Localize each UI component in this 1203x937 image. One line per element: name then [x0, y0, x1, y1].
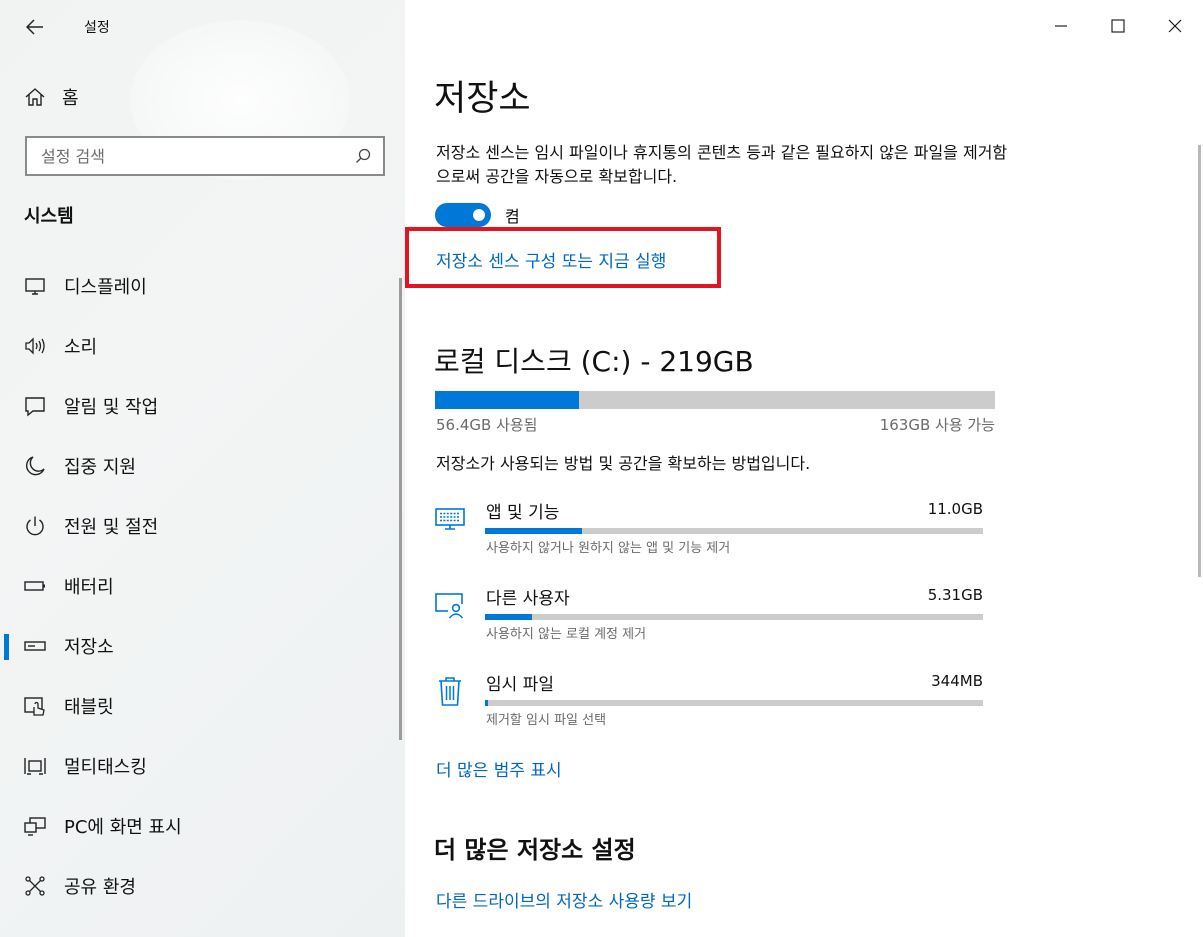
- apps-icon: [433, 502, 467, 536]
- category-size: 5.31GB: [927, 586, 983, 604]
- sidebar-item-label: 멀티태스킹: [64, 757, 147, 778]
- multitasking-icon: [24, 755, 46, 777]
- storage-sense-description: 저장소 센스는 임시 파일이나 휴지통의 콘텐츠 등과 같은 필요하지 않은 파…: [436, 143, 1008, 186]
- minimize-button[interactable]: [1032, 0, 1089, 52]
- category-subtitle: 사용하지 않는 로컬 계정 제거: [486, 627, 647, 642]
- maximize-icon: [1110, 19, 1125, 33]
- usage-description: 저장소가 사용되는 방법 및 공간을 확보하는 방법입니다.: [436, 454, 811, 473]
- battery-icon: [24, 575, 46, 597]
- category-usage-fill: [485, 528, 583, 534]
- category-usage-bar: [485, 614, 983, 620]
- power-icon: [24, 515, 46, 537]
- show-more-categories-link[interactable]: 더 많은 범주 표시: [436, 756, 562, 781]
- close-button[interactable]: [1146, 0, 1203, 52]
- sidebar-item-focus-assist[interactable]: 집중 지원: [0, 436, 405, 496]
- storage-sense-toggle[interactable]: [435, 203, 491, 227]
- category-usage-fill: [485, 700, 488, 706]
- sidebar: 설정 홈 시스템 디스플레이 소리: [0, 0, 405, 937]
- toggle-knob: [473, 209, 485, 221]
- category-subtitle: 제거할 임시 파일 선택: [486, 713, 607, 728]
- category-name: 임시 파일: [486, 675, 554, 695]
- back-arrow-icon: [26, 19, 43, 35]
- main-content: 저장소 저장소 센스는 임시 파일이나 휴지통의 콘텐츠 등과 같은 필요하지 …: [405, 0, 1203, 937]
- close-icon: [1168, 19, 1181, 33]
- category-name: 다른 사용자: [486, 589, 570, 609]
- sidebar-item-battery[interactable]: 배터리: [0, 556, 405, 616]
- category-usage-bar: [485, 700, 983, 706]
- sidebar-item-multitasking[interactable]: 멀티태스킹: [0, 736, 405, 796]
- configure-storage-sense-link[interactable]: 저장소 센스 구성 또는 지금 실행: [436, 247, 666, 272]
- storage-icon: [24, 635, 46, 657]
- sidebar-item-power[interactable]: 전원 및 절전: [0, 496, 405, 556]
- toggle-state-label: 켬: [505, 207, 520, 226]
- category-temp-files[interactable]: 임시 파일 344MB 제거할 임시 파일 선택: [433, 670, 985, 740]
- disk-title: 로컬 디스크 (C:) - 219GB: [434, 345, 754, 378]
- sidebar-item-sound[interactable]: 소리: [0, 316, 405, 376]
- main-scrollbar[interactable]: [1198, 145, 1201, 577]
- sidebar-item-label: 전원 및 절전: [64, 517, 159, 538]
- minimize-icon: [1054, 25, 1067, 27]
- maximize-button[interactable]: [1089, 0, 1146, 52]
- category-size: 11.0GB: [927, 500, 983, 518]
- sidebar-item-label: PC에 화면 표시: [64, 817, 182, 838]
- disk-usage-fill: [435, 391, 579, 409]
- sidebar-item-home[interactable]: 홈: [24, 84, 79, 110]
- sidebar-scrollbar[interactable]: [399, 278, 402, 740]
- category-usage-fill: [485, 614, 532, 620]
- section-heading: 시스템: [24, 206, 74, 227]
- sidebar-nav: 디스플레이 소리 알림 및 작업 집중 지원 전원 및 절전 배터리 저장소 태…: [0, 256, 405, 916]
- sidebar-item-label: 저장소: [64, 637, 114, 658]
- app-title: 설정: [84, 20, 110, 36]
- sidebar-item-label: 배터리: [64, 577, 114, 598]
- sidebar-item-label: 디스플레이: [64, 277, 147, 298]
- view-other-drives-link[interactable]: 다른 드라이브의 저장소 사용량 보기: [436, 887, 692, 912]
- sidebar-item-label: 공유 환경: [64, 877, 136, 898]
- sidebar-item-label: 태블릿: [64, 697, 114, 718]
- speaker-icon: [24, 335, 46, 357]
- search-icon[interactable]: [355, 148, 371, 164]
- category-subtitle: 사용하지 않거나 원하지 않는 앱 및 기능 제거: [486, 541, 731, 556]
- disk-free-label: 163GB 사용 가능: [879, 416, 995, 434]
- back-button[interactable]: [20, 14, 50, 40]
- sidebar-item-projecting[interactable]: PC에 화면 표시: [0, 796, 405, 856]
- category-size: 344MB: [931, 672, 983, 690]
- sidebar-item-shared-experiences[interactable]: 공유 환경: [0, 856, 405, 916]
- sidebar-item-label: 집중 지원: [64, 457, 136, 478]
- projecting-icon: [24, 815, 46, 837]
- sidebar-item-notifications[interactable]: 알림 및 작업: [0, 376, 405, 436]
- disk-used-label: 56.4GB 사용됨: [436, 416, 538, 434]
- sidebar-item-display[interactable]: 디스플레이: [0, 256, 405, 316]
- more-storage-settings-heading: 더 많은 저장소 설정: [434, 836, 636, 864]
- category-name: 앱 및 기능: [486, 503, 560, 523]
- notification-icon: [24, 395, 46, 417]
- sidebar-item-tablet[interactable]: 태블릿: [0, 676, 405, 736]
- category-apps[interactable]: 앱 및 기능 11.0GB 사용하지 않거나 원하지 않는 앱 및 기능 제거: [433, 498, 985, 568]
- page-title: 저장소: [434, 79, 531, 119]
- disk-usage-bar: [435, 391, 995, 409]
- search-input[interactable]: [41, 146, 341, 166]
- window-controls: [1032, 0, 1203, 52]
- sidebar-item-label: 소리: [64, 337, 98, 358]
- sidebar-item-label: 알림 및 작업: [64, 397, 159, 418]
- moon-icon: [24, 455, 46, 477]
- sidebar-item-storage[interactable]: 저장소: [0, 616, 405, 676]
- search-box[interactable]: [25, 136, 385, 176]
- other-users-icon: [433, 588, 467, 622]
- tablet-icon: [24, 695, 46, 717]
- shared-experiences-icon: [24, 875, 46, 897]
- trash-icon: [433, 674, 467, 708]
- category-other-users[interactable]: 다른 사용자 5.31GB 사용하지 않는 로컬 계정 제거: [433, 584, 985, 654]
- display-icon: [24, 275, 46, 297]
- sidebar-item-label: 홈: [62, 88, 79, 109]
- category-usage-bar: [485, 528, 983, 534]
- home-icon: [25, 88, 45, 106]
